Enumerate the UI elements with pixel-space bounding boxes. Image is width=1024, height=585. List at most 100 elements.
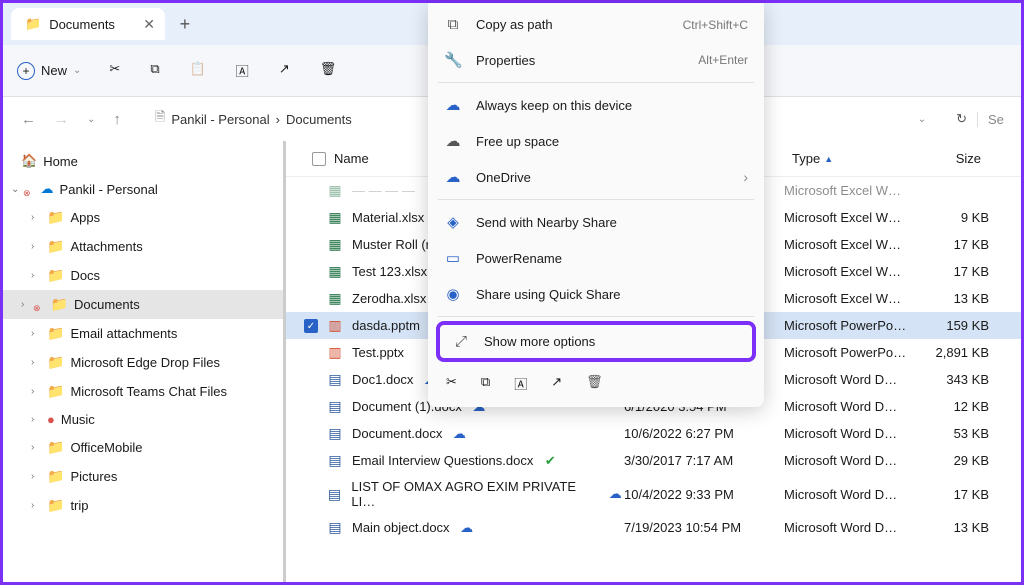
- sidebar-item-label: Email attachments: [70, 326, 177, 341]
- onedrive-icon: ☁: [444, 168, 462, 186]
- select-all-checkbox[interactable]: [312, 152, 326, 166]
- sidebar-item-trip[interactable]: ›📁trip: [3, 491, 283, 520]
- breadcrumb[interactable]: 🗎 Pankil - Personal › Documents: [155, 108, 352, 130]
- ctx-onedrive[interactable]: ☁OneDrive›: [428, 159, 764, 195]
- sidebar-item-label: Attachments: [70, 239, 142, 254]
- folder-icon: 📁: [47, 383, 64, 400]
- crumb-1[interactable]: Documents: [286, 112, 352, 127]
- rename-icon[interactable]: 🄰: [514, 374, 527, 393]
- ctx-nearby-share[interactable]: ◈Send with Nearby Share: [428, 204, 764, 240]
- new-tab-button[interactable]: +: [165, 14, 205, 35]
- tab-title: Documents: [49, 17, 115, 32]
- delete-icon[interactable]: 🗑: [320, 61, 337, 80]
- up-button[interactable]: ↑: [109, 107, 125, 132]
- cut-icon[interactable]: ✂: [446, 374, 457, 393]
- table-row[interactable]: ▤Document.docx☁10/6/2022 6:27 PMMicrosof…: [286, 420, 1021, 447]
- home-label: Home: [43, 154, 78, 169]
- file-size: 2,891 KB: [919, 345, 989, 360]
- chevron-down-icon[interactable]: ⌄: [83, 110, 99, 129]
- folder-icon: 📁: [47, 267, 64, 284]
- sidebar-item-docs[interactable]: ›📁Docs: [3, 261, 283, 290]
- cloud-icon: ☁: [458, 520, 476, 536]
- sidebar-item-microsoft-edge-drop-files[interactable]: ›📁Microsoft Edge Drop Files: [3, 348, 283, 377]
- table-row[interactable]: ▤Main object.docx☁7/19/2023 10:54 PMMicr…: [286, 514, 1021, 541]
- rename-icon[interactable]: 🄰: [236, 61, 249, 80]
- pp-icon: ▥: [326, 317, 344, 334]
- file-name: dasda.pptm: [352, 318, 420, 333]
- chevron-right-icon: ›: [31, 270, 41, 281]
- table-row[interactable]: ▤LIST OF OMAX AGRO EXIM PRIVATE LI…☁10/4…: [286, 474, 1021, 514]
- sidebar-item-music[interactable]: ›●Music: [3, 406, 283, 433]
- ctx-properties[interactable]: 🔧PropertiesAlt+Enter: [428, 42, 764, 78]
- ctx-always-keep[interactable]: ☁Always keep on this device: [428, 87, 764, 123]
- checkbox[interactable]: ✓: [304, 319, 318, 333]
- file-type: Microsoft Word D…: [784, 487, 919, 502]
- copy-icon[interactable]: ⧉: [150, 61, 159, 80]
- rename-icon: ▭: [444, 249, 462, 267]
- file-type: Microsoft Word D…: [784, 426, 919, 441]
- file-name: Zerodha.xlsx: [352, 291, 426, 306]
- page-icon: 🗎: [155, 108, 165, 130]
- doc-icon: ▤: [326, 425, 344, 442]
- cut-icon[interactable]: ✂: [109, 61, 120, 80]
- copy-icon[interactable]: ⧉: [481, 374, 490, 393]
- file-type: Microsoft Excel W…: [784, 237, 919, 252]
- sidebar-item-label: Microsoft Teams Chat Files: [70, 384, 227, 399]
- ctx-quick-actions: ✂ ⧉ 🄰 ↗ 🗑: [428, 364, 764, 403]
- chevron-right-icon: ›: [31, 500, 41, 511]
- sidebar-home[interactable]: 🏠 Home: [3, 147, 283, 175]
- window-tab[interactable]: 📁 Documents ✕: [11, 8, 165, 40]
- crumb-0[interactable]: Pankil - Personal: [171, 112, 269, 127]
- sidebar-item-attachments[interactable]: ›📁Attachments: [3, 232, 283, 261]
- sidebar-item-officemobile[interactable]: ›📁OfficeMobile: [3, 433, 283, 462]
- share-icon[interactable]: ↗: [279, 61, 290, 80]
- refresh-button[interactable]: ↻: [956, 111, 967, 127]
- ctx-quick-share[interactable]: ◉Share using Quick Share: [428, 276, 764, 312]
- chevron-right-icon: ›: [31, 471, 41, 482]
- forward-button[interactable]: →: [50, 107, 73, 132]
- table-row[interactable]: ▤Email Interview Questions.docx✔3/30/201…: [286, 447, 1021, 474]
- delete-icon[interactable]: 🗑: [586, 374, 603, 393]
- file-name: LIST OF OMAX AGRO EXIM PRIVATE LI…: [351, 479, 598, 509]
- ctx-show-more[interactable]: ⤢Show more options: [440, 325, 752, 358]
- separator: [438, 316, 754, 317]
- sort-arrow-icon: ▲: [824, 154, 833, 164]
- ctx-powerrename[interactable]: ▭PowerRename: [428, 240, 764, 276]
- sidebar-item-documents[interactable]: ›⊗📁Documents: [3, 290, 283, 319]
- ctx-copy-path[interactable]: ⧉Copy as pathCtrl+Shift+C: [428, 7, 764, 42]
- check-icon: ✔: [541, 453, 559, 469]
- separator: [438, 82, 754, 83]
- col-size[interactable]: Size: [919, 147, 989, 170]
- file-type: Microsoft PowerPo…: [784, 345, 919, 360]
- file-size: 343 KB: [919, 372, 989, 387]
- col-type[interactable]: Type▲: [784, 147, 919, 170]
- sidebar-item-email-attachments[interactable]: ›📁Email attachments: [3, 319, 283, 348]
- file-name: Muster Roll (r: [352, 237, 430, 252]
- onedrive-label: Pankil - Personal: [60, 182, 158, 197]
- chevron-down-icon: ⌄: [73, 65, 81, 76]
- file-size: 159 KB: [919, 318, 989, 333]
- sidebar-item-apps[interactable]: ›📁Apps: [3, 203, 283, 232]
- close-tab-icon[interactable]: ✕: [143, 16, 155, 33]
- folder-icon: 📁: [47, 497, 64, 514]
- excel-icon: ▦: [326, 182, 344, 199]
- file-type: Microsoft PowerPo…: [784, 318, 919, 333]
- file-name: Material.xlsx: [352, 210, 424, 225]
- paste-icon[interactable]: 📋: [190, 61, 206, 80]
- file-size: 13 KB: [919, 291, 989, 306]
- search-input[interactable]: Se: [977, 112, 1007, 127]
- chevron-right-icon: ›: [31, 386, 41, 397]
- new-button[interactable]: + New ⌄: [17, 62, 81, 80]
- file-size: 29 KB: [919, 453, 989, 468]
- sidebar-onedrive[interactable]: ⌄ ⊗ ☁ Pankil - Personal: [3, 175, 283, 203]
- share-icon[interactable]: ↗: [551, 374, 562, 393]
- expand-icon: ⤢: [452, 333, 470, 350]
- address-dropdown-icon[interactable]: ⌄: [918, 114, 926, 125]
- sidebar-item-pictures[interactable]: ›📁Pictures: [3, 462, 283, 491]
- file-size: 17 KB: [919, 264, 989, 279]
- ctx-free-up[interactable]: ☁Free up space: [428, 123, 764, 159]
- back-button[interactable]: ←: [17, 107, 40, 132]
- context-menu: ⧉Copy as pathCtrl+Shift+C 🔧PropertiesAlt…: [428, 3, 764, 407]
- sidebar-item-microsoft-teams-chat-files[interactable]: › 📁 Microsoft Teams Chat Files: [3, 377, 283, 406]
- plus-icon: +: [17, 62, 35, 80]
